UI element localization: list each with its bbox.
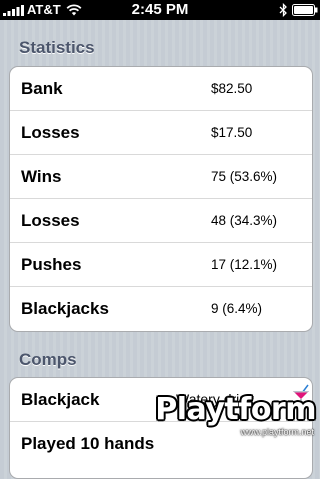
clock-time: 2:45 PM <box>131 1 189 18</box>
watermark-url: www.playtform.net <box>240 427 314 437</box>
stat-label: Losses <box>21 211 80 230</box>
stat-label: Losses <box>21 123 80 142</box>
comp-label: Played 10 hands <box>21 434 155 453</box>
stat-row-losses-count: Losses 48 (34.3%) <box>10 199 312 243</box>
statistics-group: Bank $82.50 Losses $17.50 Wins 75 (53.6%… <box>9 66 313 332</box>
stat-label: Pushes <box>21 255 82 274</box>
stat-value: $82.50 <box>211 81 253 96</box>
stat-row-wins: Wins 75 (53.6%) <box>10 155 312 199</box>
stat-value: 17 (12.1%) <box>211 257 278 272</box>
status-bar: AT&T 2:45 PM <box>0 0 320 20</box>
comp-label: Blackjack <box>21 390 100 409</box>
stat-label: Blackjacks <box>21 299 109 318</box>
battery-icon <box>292 4 318 16</box>
stat-value: 75 (53.6%) <box>211 169 278 184</box>
stat-value: 48 (34.3%) <box>211 213 278 228</box>
playtform-watermark: Playtform www.playtform.net <box>155 393 320 442</box>
bluetooth-icon <box>279 3 287 17</box>
stat-value: 9 (6.4%) <box>211 301 263 316</box>
comps-section-header: Comps <box>19 350 77 369</box>
statistics-section-header: Statistics <box>19 38 95 57</box>
stat-row-blackjacks: Blackjacks 9 (6.4%) <box>10 287 312 331</box>
stat-value: $17.50 <box>211 125 253 140</box>
stat-label: Bank <box>21 79 63 98</box>
stat-label: Wins <box>21 167 62 186</box>
watermark-logo: Playtform <box>155 392 316 427</box>
stat-row-pushes: Pushes 17 (12.1%) <box>10 243 312 287</box>
stat-row-losses-amount: Losses $17.50 <box>10 111 312 155</box>
stat-row-bank: Bank $82.50 <box>10 67 312 111</box>
